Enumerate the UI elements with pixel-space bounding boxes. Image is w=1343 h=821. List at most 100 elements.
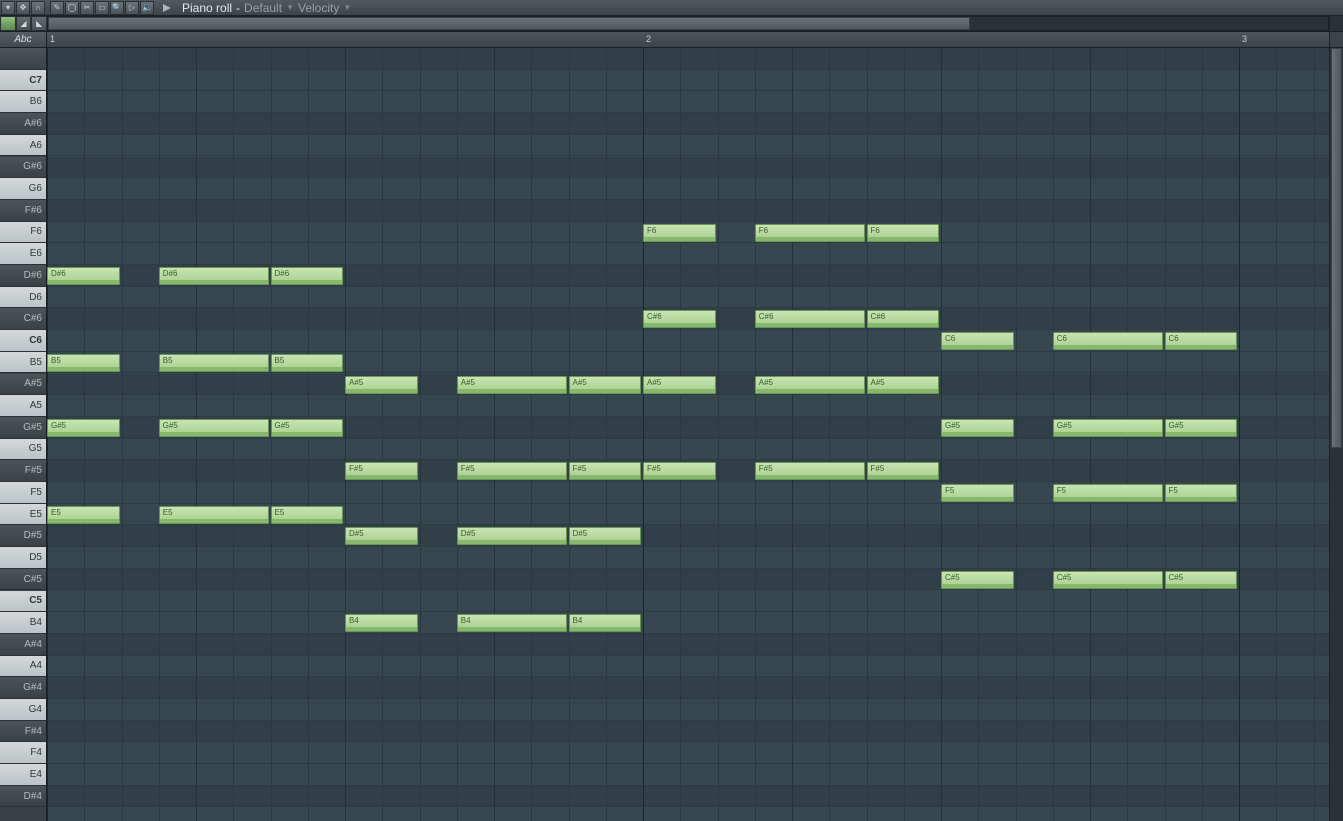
midi-note[interactable]: C#6 [755, 310, 865, 328]
piano-key[interactable]: F6 [0, 222, 46, 244]
midi-note[interactable]: F6 [643, 224, 716, 242]
midi-note[interactable]: D#5 [569, 527, 642, 545]
play-indicator-icon[interactable] [160, 1, 174, 15]
tool-playback-button[interactable]: ▷ [125, 1, 139, 15]
piano-key[interactable]: C5 [0, 591, 46, 613]
piano-key[interactable]: C#6 [0, 308, 46, 330]
piano-key[interactable]: B6 [0, 91, 46, 113]
midi-note[interactable]: E5 [271, 506, 344, 524]
midi-note[interactable]: B5 [271, 354, 344, 372]
midi-note[interactable]: F5 [941, 484, 1014, 502]
tool-paint-button[interactable]: ◯ [65, 1, 79, 15]
piano-key[interactable]: G#6 [0, 157, 46, 179]
midi-note[interactable]: F6 [755, 224, 865, 242]
midi-note[interactable]: C#5 [941, 571, 1014, 589]
piano-key[interactable]: A#6 [0, 113, 46, 135]
vertical-scrollbar[interactable] [1329, 48, 1343, 821]
midi-note[interactable]: F#5 [867, 462, 940, 480]
chevron-down-icon[interactable]: ▼ [286, 3, 294, 12]
mode-a-button[interactable]: ◢ [16, 16, 32, 31]
piano-key[interactable]: E4 [0, 764, 46, 786]
midi-note[interactable]: D#6 [159, 267, 269, 285]
timeline-ruler[interactable]: 123 [47, 32, 1329, 47]
midi-note[interactable]: F5 [1053, 484, 1163, 502]
midi-note[interactable]: C#6 [867, 310, 940, 328]
midi-note[interactable]: G#5 [1053, 419, 1163, 437]
midi-note[interactable]: A#5 [569, 376, 642, 394]
piano-key[interactable]: C#5 [0, 569, 46, 591]
piano-key[interactable]: E5 [0, 504, 46, 526]
midi-note[interactable]: E5 [47, 506, 120, 524]
vscroll-thumb[interactable] [1331, 48, 1342, 448]
midi-note[interactable]: C6 [1165, 332, 1238, 350]
midi-note[interactable]: A#5 [457, 376, 567, 394]
midi-note[interactable]: D#5 [457, 527, 567, 545]
tool-speaker-button[interactable]: 🔈 [140, 1, 154, 15]
piano-key-column[interactable]: C7B6A#6A6G#6G6F#6F6E6D#6D6C#6C6B5A#5A5G#… [0, 48, 47, 821]
piano-key[interactable]: D#6 [0, 265, 46, 287]
midi-note[interactable]: F#5 [643, 462, 716, 480]
tool-magnet-button[interactable]: ∩ [31, 1, 45, 15]
piano-key[interactable]: F#5 [0, 460, 46, 482]
tool-zoom-button[interactable]: 🔍 [110, 1, 124, 15]
piano-key[interactable]: G#4 [0, 677, 46, 699]
midi-note[interactable]: G#5 [941, 419, 1014, 437]
piano-key[interactable]: A6 [0, 135, 46, 157]
piano-key[interactable]: A4 [0, 656, 46, 678]
piano-key[interactable]: B4 [0, 612, 46, 634]
midi-note[interactable]: F6 [867, 224, 940, 242]
piano-key[interactable]: B5 [0, 352, 46, 374]
midi-note[interactable]: F#5 [755, 462, 865, 480]
midi-note[interactable]: C#5 [1053, 571, 1163, 589]
piano-key[interactable]: G#5 [0, 417, 46, 439]
note-color-swatch[interactable] [0, 16, 16, 31]
midi-note[interactable]: E5 [159, 506, 269, 524]
midi-note[interactable]: F#5 [345, 462, 418, 480]
title-property[interactable]: Velocity [298, 1, 339, 15]
midi-note[interactable]: F5 [1165, 484, 1238, 502]
tool-select-button[interactable]: ▭ [95, 1, 109, 15]
piano-key[interactable]: G4 [0, 699, 46, 721]
piano-key[interactable]: D#4 [0, 786, 46, 808]
piano-key[interactable]: A5 [0, 395, 46, 417]
piano-key[interactable]: F#4 [0, 721, 46, 743]
piano-key[interactable]: F4 [0, 742, 46, 764]
midi-note[interactable]: A#5 [755, 376, 865, 394]
piano-key[interactable]: C6 [0, 330, 46, 352]
tool-cut-button[interactable]: ✂ [80, 1, 94, 15]
midi-note[interactable]: G#5 [1165, 419, 1238, 437]
midi-note[interactable]: G#5 [159, 419, 269, 437]
ruler-mode-label[interactable]: Abc [0, 32, 47, 47]
piano-key[interactable]: F5 [0, 482, 46, 504]
midi-note[interactable]: A#5 [643, 376, 716, 394]
midi-note[interactable]: F#5 [457, 462, 567, 480]
piano-key[interactable]: C7 [0, 70, 46, 92]
piano-key[interactable]: G5 [0, 439, 46, 461]
midi-note[interactable]: B4 [569, 614, 642, 632]
hscroll-thumb[interactable] [48, 17, 970, 30]
mode-b-button[interactable]: ◣ [31, 16, 47, 31]
midi-note[interactable]: C#5 [1165, 571, 1238, 589]
tool-move-button[interactable]: ✥ [16, 1, 30, 15]
menu-dropdown-button[interactable]: ▾ [1, 1, 15, 15]
midi-note[interactable]: G#5 [271, 419, 344, 437]
chevron-down-icon[interactable]: ▼ [343, 3, 351, 12]
midi-note[interactable]: D#6 [271, 267, 344, 285]
piano-key[interactable]: F#6 [0, 200, 46, 222]
midi-note[interactable]: C6 [1053, 332, 1163, 350]
title-channel[interactable]: Default [244, 1, 282, 15]
piano-key[interactable] [0, 48, 46, 70]
midi-note[interactable]: F#5 [569, 462, 642, 480]
midi-note[interactable]: C6 [941, 332, 1014, 350]
piano-key[interactable]: A#4 [0, 634, 46, 656]
midi-note[interactable]: C#6 [643, 310, 716, 328]
piano-key[interactable]: D6 [0, 287, 46, 309]
piano-key[interactable]: E6 [0, 243, 46, 265]
tool-draw-button[interactable]: ✎ [50, 1, 64, 15]
midi-note[interactable]: B5 [47, 354, 120, 372]
piano-key[interactable]: G6 [0, 178, 46, 200]
piano-key[interactable]: D5 [0, 547, 46, 569]
midi-note[interactable]: B5 [159, 354, 269, 372]
midi-note[interactable]: G#5 [47, 419, 120, 437]
note-grid[interactable]: D#6B5G#5E5D#6B5G#5E5D#6B5G#5E5A#5F#5D#5B… [47, 48, 1329, 821]
